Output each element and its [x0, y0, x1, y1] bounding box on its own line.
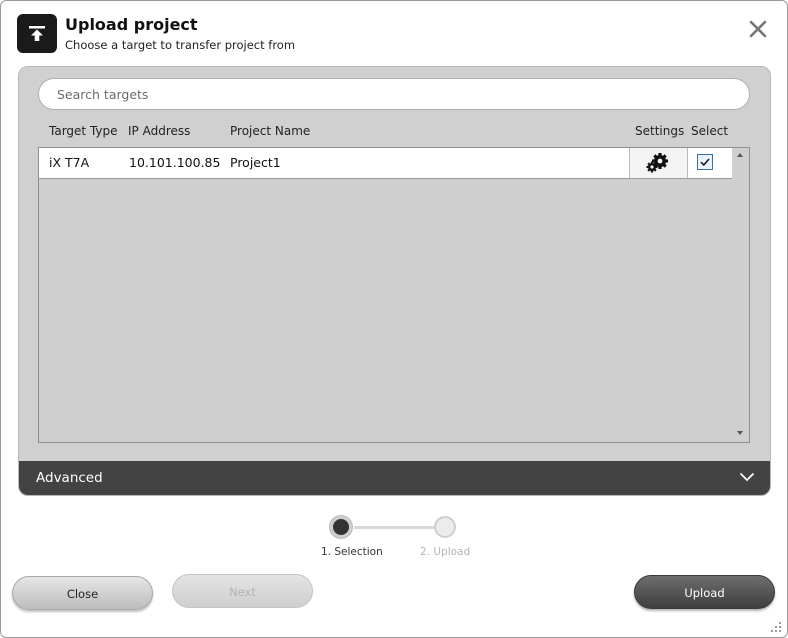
- check-icon: [700, 158, 710, 167]
- select-cell: [687, 148, 732, 178]
- scroll-up-icon[interactable]: [737, 153, 743, 157]
- dialog-title: Upload project: [65, 15, 198, 34]
- upload-icon: [17, 14, 57, 53]
- target-type-cell: iX T7A: [49, 155, 90, 170]
- next-button[interactable]: Next: [172, 574, 313, 608]
- advanced-section-toggle[interactable]: Advanced: [19, 461, 770, 495]
- step-2-label: 2. Upload: [420, 546, 471, 558]
- column-header-select: Select: [691, 124, 729, 138]
- search-input[interactable]: [38, 78, 750, 110]
- column-header-target-type[interactable]: Target Type: [49, 124, 118, 138]
- dialog-subtitle: Choose a target to transfer project from: [65, 38, 296, 52]
- column-header-ip-address[interactable]: IP Address: [128, 124, 190, 138]
- ip-address-cell: 10.101.100.85: [129, 155, 221, 170]
- settings-button[interactable]: [629, 148, 688, 178]
- step-2-indicator: [434, 516, 456, 538]
- scroll-down-icon[interactable]: [737, 431, 743, 435]
- stepper-line: [354, 526, 436, 529]
- table-scrollbar[interactable]: [732, 148, 749, 442]
- column-header-settings: Settings: [635, 124, 685, 138]
- close-icon[interactable]: [748, 19, 768, 39]
- table-row[interactable]: iX T7A 10.101.100.85 Project1: [39, 148, 732, 179]
- select-checkbox[interactable]: [697, 154, 713, 170]
- upload-button[interactable]: Upload: [634, 575, 775, 609]
- project-name-cell: Project1: [230, 155, 281, 170]
- close-button[interactable]: Close: [12, 576, 153, 610]
- targets-table: iX T7A 10.101.100.85 Project1: [38, 147, 750, 443]
- targets-panel: Target Type IP Address Project Name Sett…: [18, 66, 771, 496]
- resize-grip-icon[interactable]: [767, 618, 783, 634]
- column-header-project-name[interactable]: Project Name: [230, 124, 310, 138]
- step-1-indicator: [330, 516, 352, 538]
- chevron-down-icon: [739, 472, 755, 482]
- step-1-label: 1. Selection: [321, 546, 383, 558]
- advanced-label: Advanced: [36, 470, 103, 486]
- gear-icon: [646, 153, 668, 173]
